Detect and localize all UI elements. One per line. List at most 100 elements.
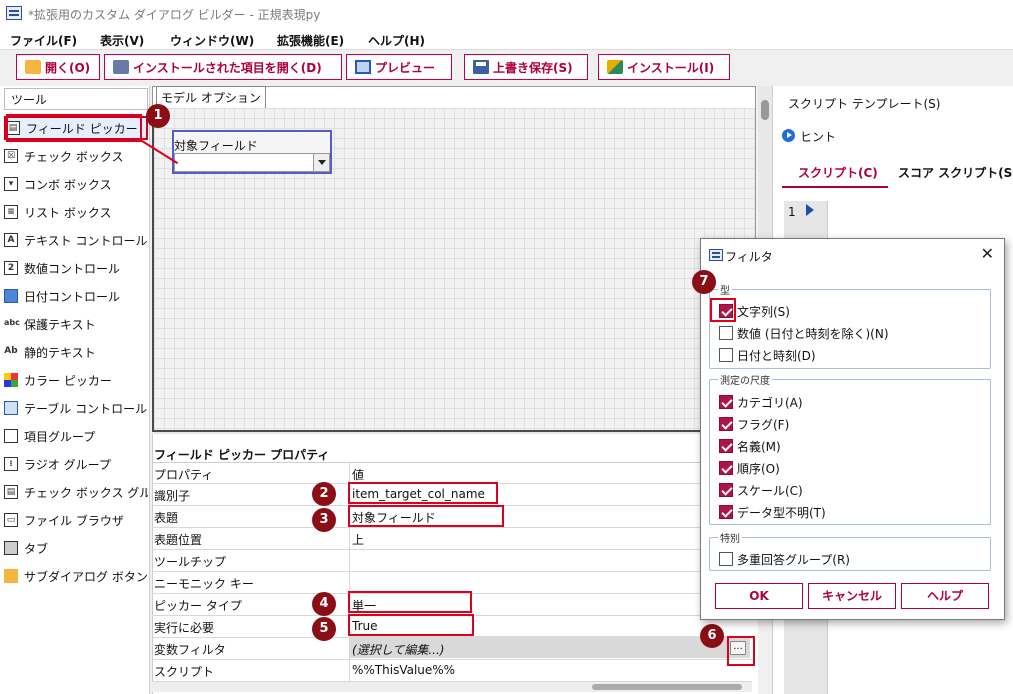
scroll-thumb[interactable] [761,100,769,120]
prop-row-tooltip[interactable]: ツールチップ [152,550,752,572]
tool-table-control[interactable]: テーブル コントロール [4,396,148,420]
prop-value[interactable]: %%ThisValue%% [352,663,455,677]
col-property: プロパティ [154,468,214,482]
prop-row-variable-filter[interactable]: 変数フィルタ (選択して編集...) [152,638,752,660]
tool-label: 保護テキスト [24,317,96,332]
menu-bar: ファイル(F) 表示(V) ウィンドウ(W) 拡張機能(E) ヘルプ(H) [0,28,1013,50]
tool-label: チェック ボックス グル [24,485,148,500]
help-button[interactable]: ヘルプ [901,583,989,609]
tool-label: チェック ボックス [24,149,124,164]
tab-score-script[interactable]: スコア スクリプト(S [898,164,1012,181]
tool-file-browser[interactable]: ▭ ファイル ブラウザ [4,508,148,532]
checkbox-group-icon: ▤ [4,485,18,499]
column-separator [349,638,350,660]
tool-label: ファイル ブラウザ [24,513,124,528]
tool-text-control[interactable]: A テキスト コントロール [4,228,148,252]
properties-header: プロパティ 値 [152,462,752,485]
checkbox-unchecked-icon[interactable] [719,326,733,340]
checkbox-label: 文字列(S) [737,304,790,319]
tool-item-group[interactable]: 項目グループ [4,424,148,448]
save-overwrite-label: 上書き保存(S) [493,60,573,75]
badge-1: 1 [146,104,170,128]
field-picker-dropdown[interactable] [174,153,330,172]
script-template-label[interactable]: スクリプト テンプレート(S) [788,95,940,112]
checkbox-checked-icon[interactable] [719,505,733,519]
checkbox-date-time[interactable]: 日付と時刻(D) [719,345,816,365]
dialog-title: フィルタ [725,250,773,264]
checkbox-checked-icon[interactable] [719,439,733,453]
tool-checkbox[interactable]: ☒ チェック ボックス [4,144,148,168]
properties-title: フィールド ピッカー プロパティ [154,448,330,462]
open-button[interactable]: 開く(O) [16,54,100,80]
hint-toggle[interactable]: ヒント [800,128,836,145]
checkbox-unknown[interactable]: データ型不明(T) [719,502,826,522]
scroll-thumb[interactable] [592,684,742,690]
checkbox-scale[interactable]: スケール(C) [719,480,803,500]
tool-tab[interactable]: タブ [4,536,148,560]
highlight-field-picker [6,114,142,142]
preview-button[interactable]: プレビュー [346,54,452,80]
tool-combo-box[interactable]: ▾ コンボ ボックス [4,172,148,196]
table-icon [4,401,18,415]
column-separator [349,660,350,682]
prop-key: 変数フィルタ [154,643,226,657]
menu-view[interactable]: 表示(V) [100,32,144,49]
close-icon[interactable]: ✕ [981,244,994,263]
menu-file[interactable]: ファイル(F) [10,32,77,49]
tool-color-picker[interactable]: カラー ピッカー [4,368,148,392]
menu-window[interactable]: ウィンドウ(W) [170,32,254,49]
play-icon[interactable] [782,129,795,142]
properties-hscroll[interactable] [152,682,752,692]
menu-extensions[interactable]: 拡張機能(E) [277,32,344,49]
line-marker-icon [806,204,814,216]
menu-help[interactable]: ヘルプ(H) [368,32,425,49]
prop-value[interactable]: 上 [352,531,364,548]
install-button[interactable]: インストール(I) [598,54,730,80]
checkbox-checked-icon[interactable] [719,461,733,475]
checkbox-multiple-response[interactable]: 多重回答グループ(R) [719,549,850,569]
preview-label: プレビュー [375,60,436,75]
checkbox-unchecked-icon[interactable] [719,552,733,566]
prop-row-script[interactable]: スクリプト %%ThisValue%% [152,660,752,682]
lock-icon: abc [4,317,20,331]
checkbox-checked-icon[interactable] [719,395,733,409]
tool-checkbox-group[interactable]: ▤ チェック ボックス グル [4,480,148,504]
folder-icon [25,60,41,74]
checkbox-checked-icon[interactable] [719,483,733,497]
tool-subdialog-button[interactable]: サブダイアログ ボタン [4,564,148,588]
checkbox-label: 日付と時刻(D) [737,348,816,363]
checkbox-label: フラグ(F) [737,417,790,432]
canvas-tab[interactable]: モデル オプション [156,86,266,108]
checkbox-numeric[interactable]: 数値 (日付と時刻を除く)(N) [719,323,889,343]
badge-2: 2 [312,482,336,506]
tool-date-control[interactable]: 日付コントロール [4,284,148,308]
tool-list-box[interactable]: ≡ リスト ボックス [4,200,148,224]
checkbox-nominal[interactable]: 名義(M) [719,436,781,456]
checkbox-checked-icon[interactable] [719,417,733,431]
file-browser-icon: ▭ [4,513,18,527]
tools-header: ツール [4,88,148,110]
tool-radio-group[interactable]: ⁝ ラジオ グループ [4,452,148,476]
preview-icon [355,60,371,74]
ok-button[interactable]: OK [715,583,803,609]
prop-value[interactable]: (選択して編集...) [352,641,444,658]
wrench-icon [113,60,129,74]
save-overwrite-button[interactable]: 上書き保存(S) [464,54,588,80]
tool-number-control[interactable]: 2 数値コントロール [4,256,148,280]
tool-label: 静的テキスト [24,345,96,360]
tool-secured-text[interactable]: abc 保護テキスト [4,312,148,336]
prop-row-title-position[interactable]: 表題位置 上 [152,528,752,550]
title-bar: *拡張用のカスタム ダイアログ ビルダー - 正規表現py [0,0,1013,28]
checkbox-flag[interactable]: フラグ(F) [719,414,789,434]
group-measure-title: 測定の尺度 [718,372,772,387]
checkbox-category[interactable]: カテゴリ(A) [719,392,803,412]
tab-script[interactable]: スクリプト(C) [798,164,878,181]
tool-static-text[interactable]: Ab 静的テキスト [4,340,148,364]
tool-label: ラジオ グループ [24,457,111,472]
cancel-button[interactable]: キャンセル [808,583,896,609]
toolbar: 開く(O) インストールされた項目を開く(D) プレビュー 上書き保存(S) イ… [0,50,1013,84]
open-installed-button[interactable]: インストールされた項目を開く(D) [104,54,342,80]
field-picker-label: 対象フィールド [174,139,258,153]
checkbox-ordinal[interactable]: 順序(O) [719,458,780,478]
checkbox-unchecked-icon[interactable] [719,348,733,362]
